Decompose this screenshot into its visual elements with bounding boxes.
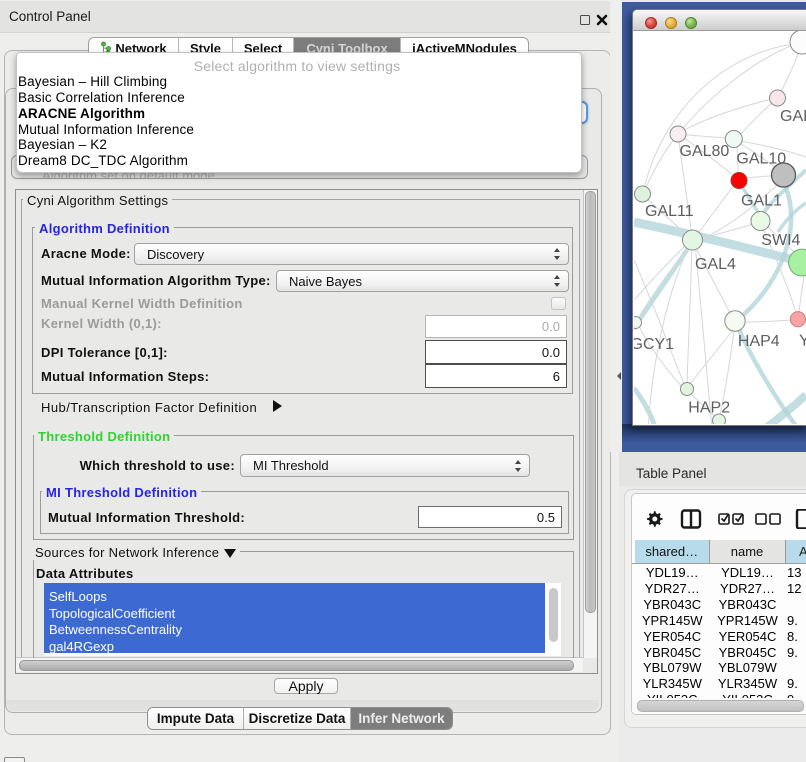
svg-text:GAL10: GAL10 [736,151,786,168]
svg-text:GAL7: GAL7 [780,108,806,125]
svg-text:SWI4: SWI4 [761,232,800,249]
svg-text:HAP2: HAP2 [688,400,730,417]
svg-text:GAL1: GAL1 [741,193,782,210]
svg-text:HAP4: HAP4 [738,333,780,350]
svg-text:GAL4: GAL4 [695,256,736,273]
svg-text:GAL80: GAL80 [680,143,730,160]
svg-text:YM: YM [799,333,806,350]
svg-text:GAL11: GAL11 [645,203,694,220]
svg-text:GCY1: GCY1 [634,336,674,353]
